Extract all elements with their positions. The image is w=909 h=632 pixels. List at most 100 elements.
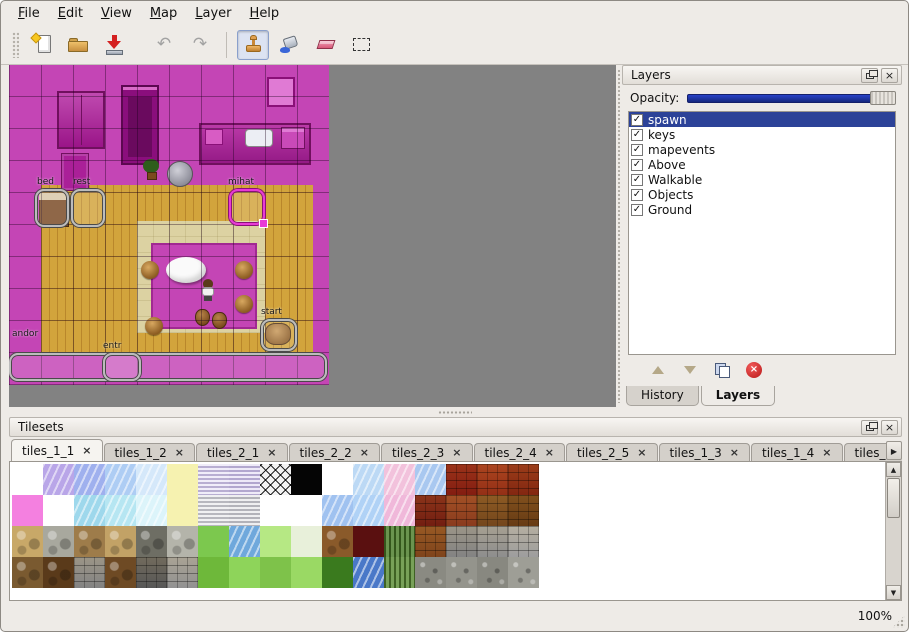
close-tilesets-button[interactable]: × <box>881 420 898 435</box>
menu-map[interactable]: Map <box>141 3 186 24</box>
tileset-tile[interactable] <box>260 557 291 588</box>
tileset-tile[interactable] <box>136 495 167 526</box>
layer-visibility-checkbox[interactable]: ✓ <box>631 144 643 156</box>
layer-row-Above[interactable]: ✓Above <box>629 157 895 172</box>
float-panel-button[interactable] <box>861 68 878 83</box>
tileset-tile[interactable] <box>167 495 198 526</box>
menu-file[interactable]: File <box>9 3 49 24</box>
layer-visibility-checkbox[interactable]: ✓ <box>631 204 643 216</box>
tab-close-icon[interactable]: × <box>82 445 91 456</box>
layer-row-mapevents[interactable]: ✓mapevents <box>629 142 895 157</box>
tileset-tab-tiles_2_2[interactable]: tiles_2_2× <box>289 443 381 461</box>
redo-button[interactable]: ↷ <box>184 30 216 60</box>
layer-row-Ground[interactable]: ✓Ground <box>629 202 895 217</box>
tileset-tile[interactable] <box>167 557 198 588</box>
tileset-tile[interactable] <box>384 495 415 526</box>
tileset-tile[interactable] <box>43 495 74 526</box>
tileset-tile[interactable] <box>105 526 136 557</box>
close-panel-button[interactable]: × <box>881 68 898 83</box>
map-object-mihat-selected[interactable] <box>229 189 265 225</box>
tab-close-icon[interactable]: × <box>730 447 739 458</box>
tileset-tile[interactable] <box>12 526 43 557</box>
scroll-down-button[interactable]: ▼ <box>886 585 901 600</box>
map-view[interactable]: bed rest mihat start entr andor <box>9 65 616 407</box>
horizontal-splitter[interactable] <box>1 407 908 417</box>
new-map-button[interactable] <box>26 30 58 60</box>
tab-scroll-right-button[interactable]: ▶ <box>886 441 902 460</box>
tab-close-icon[interactable]: × <box>175 447 184 458</box>
tileset-tab-tiles_2_1[interactable]: tiles_2_1× <box>196 443 288 461</box>
tileset-tile[interactable] <box>353 557 384 588</box>
tileset-tile[interactable] <box>198 526 229 557</box>
tab-close-icon[interactable]: × <box>452 447 461 458</box>
tileset-tile[interactable] <box>105 464 136 495</box>
tileset-tile[interactable] <box>291 526 322 557</box>
tileset-tile[interactable] <box>260 495 291 526</box>
tileset-tile[interactable] <box>12 557 43 588</box>
scroll-up-button[interactable]: ▲ <box>886 462 901 477</box>
tileset-tile[interactable] <box>74 526 105 557</box>
eraser-button[interactable] <box>309 30 341 60</box>
tileset-tile[interactable] <box>198 557 229 588</box>
tileset-tile[interactable] <box>477 526 508 557</box>
tileset-tab-tiles_2_3[interactable]: tiles_2_3× <box>381 443 473 461</box>
tileset-tile[interactable] <box>105 495 136 526</box>
layer-visibility-checkbox[interactable]: ✓ <box>631 189 643 201</box>
rect-select-button[interactable] <box>345 30 377 60</box>
layer-visibility-checkbox[interactable]: ✓ <box>631 174 643 186</box>
tileset-tile[interactable] <box>74 557 105 588</box>
tileset-tile[interactable] <box>136 464 167 495</box>
tab-close-icon[interactable]: × <box>360 447 369 458</box>
tab-close-icon[interactable]: × <box>545 447 554 458</box>
scrollbar-thumb[interactable] <box>887 478 900 518</box>
toolbar-handle[interactable] <box>12 32 19 58</box>
tileset-tile[interactable] <box>136 526 167 557</box>
layer-row-Walkable[interactable]: ✓Walkable <box>629 172 895 187</box>
tileset-tile[interactable] <box>415 557 446 588</box>
tileset-tile[interactable] <box>446 557 477 588</box>
tileset-tile[interactable] <box>43 464 74 495</box>
tileset-tile[interactable] <box>229 526 260 557</box>
map-object-andor[interactable] <box>9 353 327 381</box>
tileset-tile[interactable] <box>415 495 446 526</box>
tileset-tile[interactable] <box>136 557 167 588</box>
tileset-tile[interactable] <box>477 557 508 588</box>
tileset-tile[interactable] <box>291 495 322 526</box>
tileset-tile[interactable] <box>508 526 539 557</box>
tileset-tile[interactable] <box>12 495 43 526</box>
tileset-tile[interactable] <box>415 464 446 495</box>
map-object-entr[interactable] <box>103 353 141 381</box>
tileset-tile[interactable] <box>322 464 353 495</box>
bucket-fill-button[interactable] <box>273 30 305 60</box>
tab-close-icon[interactable]: × <box>822 447 831 458</box>
menu-view[interactable]: View <box>92 3 141 24</box>
tileset-tile[interactable] <box>198 495 229 526</box>
tileset-tile[interactable] <box>446 464 477 495</box>
tileset-tab-tiles_2_5[interactable]: tiles_2_5× <box>566 443 658 461</box>
layer-visibility-checkbox[interactable]: ✓ <box>631 129 643 141</box>
tileset-tile[interactable] <box>167 464 198 495</box>
tileset-tile[interactable] <box>74 464 105 495</box>
layer-visibility-checkbox[interactable]: ✓ <box>631 159 643 171</box>
map-object-start[interactable] <box>261 319 297 351</box>
dock-tab-layers[interactable]: Layers <box>701 386 775 406</box>
resize-grip[interactable] <box>892 615 905 628</box>
tileset-tab-tiles_1_4[interactable]: tiles_1_4× <box>751 443 843 461</box>
opacity-slider-handle[interactable] <box>870 91 896 105</box>
tileset-tile[interactable] <box>229 495 260 526</box>
tileset-tile[interactable] <box>291 557 322 588</box>
tileset-tab-tiles_2_4[interactable]: tiles_2_4× <box>474 443 566 461</box>
tileset-tile[interactable] <box>229 557 260 588</box>
tab-close-icon[interactable]: × <box>267 447 276 458</box>
tileset-tile[interactable] <box>105 557 136 588</box>
tileset-tile[interactable] <box>446 526 477 557</box>
tileset-tile[interactable] <box>198 464 229 495</box>
layer-visibility-checkbox[interactable]: ✓ <box>631 114 643 126</box>
tileset-tile[interactable] <box>43 526 74 557</box>
map-canvas[interactable]: bed rest mihat start entr andor <box>9 65 329 385</box>
tileset-tile[interactable] <box>415 526 446 557</box>
tileset-tile[interactable] <box>74 495 105 526</box>
lower-layer-button[interactable] <box>680 360 700 380</box>
tileset-tile[interactable] <box>291 464 322 495</box>
tileset-tile[interactable] <box>508 495 539 526</box>
